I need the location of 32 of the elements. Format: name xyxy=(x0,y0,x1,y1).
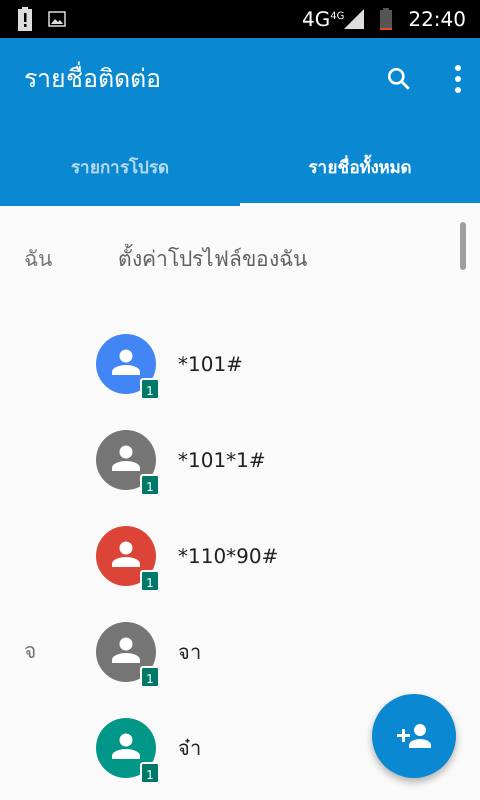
image-icon xyxy=(48,11,66,27)
battery-icon xyxy=(380,8,392,30)
profile-setup-link[interactable]: ตั้งค่าโปรไฟล์ของฉัน xyxy=(118,244,307,276)
contact-name[interactable]: *101# xyxy=(178,349,243,379)
battery-alert-icon xyxy=(18,7,32,31)
contact-name[interactable]: *110*90# xyxy=(178,541,278,571)
section-letter: ฉัน xyxy=(23,246,53,273)
network-label: 4G xyxy=(302,6,330,33)
more-options-icon[interactable] xyxy=(454,64,462,94)
clock-time: 22:40 xyxy=(408,6,466,33)
section-letter: จ xyxy=(23,638,37,666)
tab[interactable]: รายชื่อทั้งหมด xyxy=(240,154,480,206)
app-title: รายชื่อติดต่อ xyxy=(24,60,386,98)
contact-name[interactable]: จ๋า xyxy=(178,733,201,763)
person-icon xyxy=(112,637,140,663)
add-person-icon xyxy=(397,724,431,748)
person-icon xyxy=(112,541,140,567)
person-icon xyxy=(112,733,140,759)
contact-name[interactable]: *101*1# xyxy=(178,445,266,475)
add-contact-button[interactable] xyxy=(372,694,456,778)
sim-badge: 1 xyxy=(140,666,160,688)
signal-icon xyxy=(344,9,364,29)
sim-badge: 1 xyxy=(140,378,160,400)
sim-badge: 1 xyxy=(140,762,160,784)
scrollbar xyxy=(460,222,466,270)
sim-badge: 1 xyxy=(140,474,160,496)
person-icon xyxy=(112,445,140,471)
person-icon xyxy=(112,349,140,375)
network-label: 4G xyxy=(330,10,344,24)
search-icon[interactable] xyxy=(386,66,412,92)
sim-badge: 1 xyxy=(140,570,160,592)
contact-name[interactable]: จา xyxy=(178,637,201,667)
